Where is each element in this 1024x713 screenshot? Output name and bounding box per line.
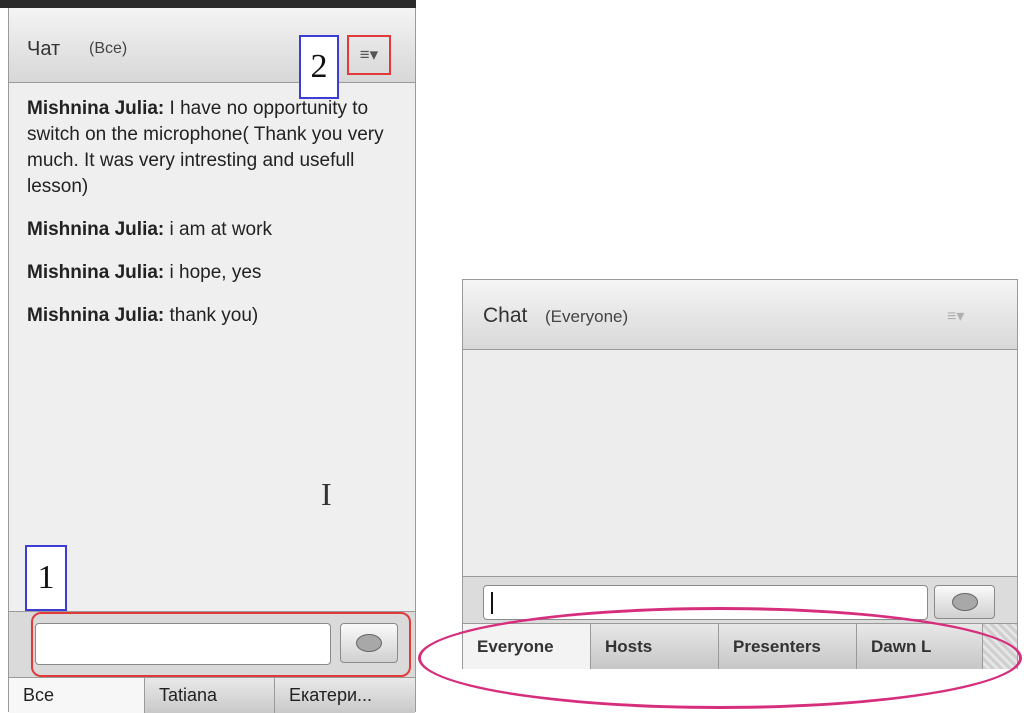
tab-overflow-area — [983, 624, 1017, 669]
left-chat-panel: Чат (Все) ≡▾ Mishnina Julia: I have no o… — [8, 8, 416, 713]
tab-label: Everyone — [477, 636, 554, 656]
chat-message: Mishnina Julia: i am at work — [27, 217, 407, 243]
chat-header: Чат (Все) ≡▾ — [9, 8, 415, 83]
message-text: i hope, yes — [169, 262, 262, 283]
right-chat-panel: Chat (Everyone) ≡▾ Everyone Hosts Presen… — [462, 279, 1018, 669]
left-chat-window: Чат (Все) ≡▾ Mishnina Julia: I have no o… — [0, 0, 416, 713]
tab-label: Все — [23, 685, 55, 705]
tab-everyone[interactable]: Everyone — [463, 624, 591, 669]
chat-header: Chat (Everyone) ≡▾ — [463, 280, 1017, 350]
chat-tabs: Everyone Hosts Presenters Dawn L — [463, 623, 1017, 669]
callout-number-1: 1 — [25, 545, 67, 611]
chat-message: Mishnina Julia: thank you) — [27, 303, 407, 329]
right-chat-window: Chat (Everyone) ≡▾ Everyone Hosts Presen… — [418, 279, 1022, 712]
chat-compose-area — [9, 611, 415, 678]
chat-message: Mishnina Julia: I have no opportunity to… — [27, 96, 407, 200]
chat-audience: (Все) — [89, 40, 128, 57]
chat-title: Chat — [483, 304, 528, 327]
tab-everyone[interactable]: Все — [9, 678, 145, 713]
tab-tatiana[interactable]: Tatiana — [145, 678, 275, 713]
chat-audience: (Everyone) — [545, 307, 629, 326]
tab-label: Екатери... — [289, 685, 373, 705]
chat-message-input[interactable] — [483, 585, 928, 620]
callout-number-2: 2 — [299, 35, 339, 99]
tab-hosts[interactable]: Hosts — [591, 624, 719, 669]
callout-highlight-input — [31, 612, 411, 677]
menu-icon: ≡▾ — [359, 45, 379, 64]
text-caret — [491, 592, 493, 614]
tab-label: Dawn L — [871, 636, 932, 656]
chat-compose-area — [463, 576, 1017, 624]
tab-label: Hosts — [605, 636, 653, 656]
window-top-bar — [0, 0, 416, 8]
text-cursor-icon: I — [321, 476, 332, 512]
message-sender: Mishnina Julia: — [27, 219, 165, 240]
message-sender: Mishnina Julia: — [27, 262, 165, 283]
speech-bubble-icon — [951, 593, 978, 611]
chat-message: Mishnina Julia: i hope, yes — [27, 260, 407, 286]
message-sender: Mishnina Julia: — [27, 305, 165, 326]
chat-options-menu-button[interactable]: ≡▾ — [347, 35, 391, 75]
chat-options-menu-icon[interactable]: ≡▾ — [947, 306, 964, 326]
chat-message-list: Mishnina Julia: I have no opportunity to… — [27, 96, 407, 346]
tab-dawn-l[interactable]: Dawn L — [857, 624, 983, 669]
tab-presenters[interactable]: Presenters — [719, 624, 857, 669]
chat-tabs: Все Tatiana Екатери... — [9, 677, 415, 713]
tab-label: Presenters — [733, 636, 821, 656]
message-text: thank you) — [169, 305, 259, 326]
message-sender: Mishnina Julia: — [27, 98, 165, 119]
chat-title: Чат — [27, 38, 61, 60]
tab-label: Tatiana — [159, 685, 218, 705]
send-message-button[interactable] — [934, 585, 995, 619]
tab-ekaterina[interactable]: Екатери... — [275, 678, 415, 713]
message-text: i am at work — [169, 219, 272, 240]
